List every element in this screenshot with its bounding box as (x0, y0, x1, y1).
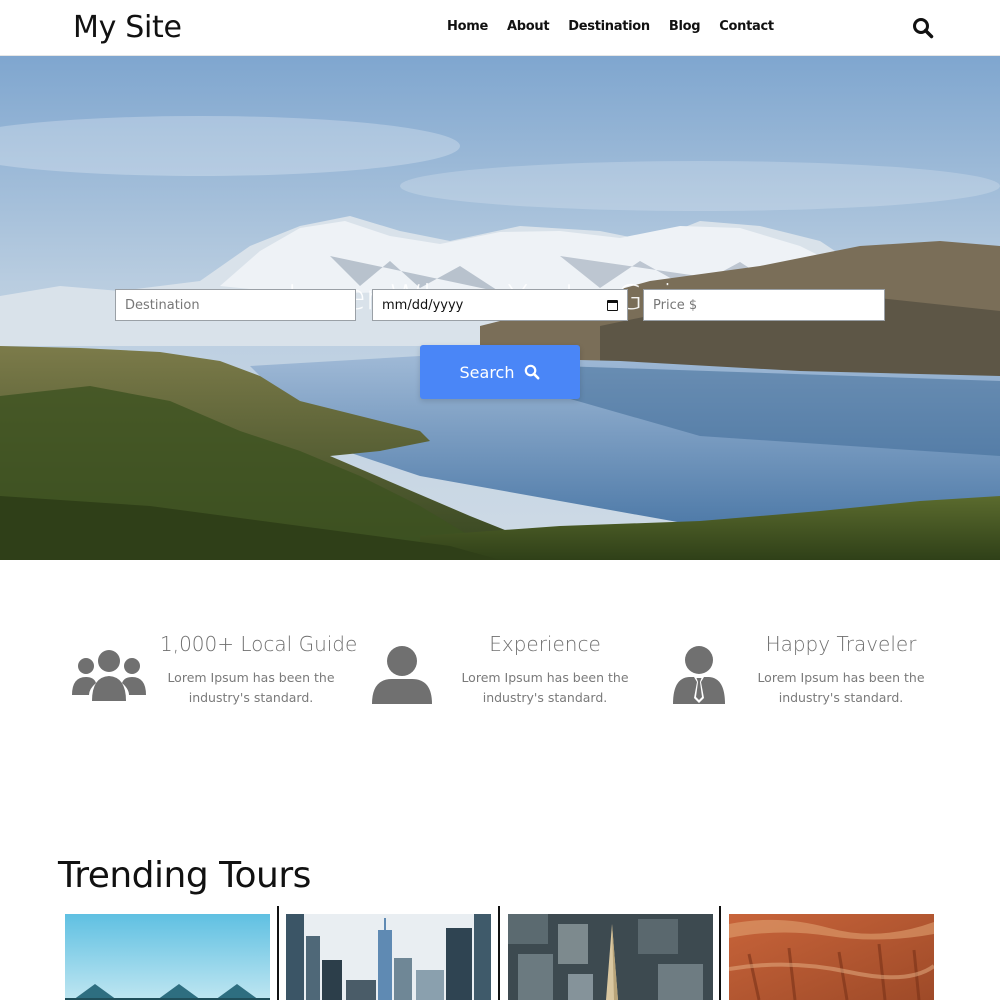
feature-description: Lorem Ipsum has been the industry's stan… (752, 668, 930, 708)
tour-image-aerial (508, 914, 713, 1000)
search-icon (525, 364, 540, 380)
feature-desc-line: Lorem Ipsum has been the (167, 670, 335, 685)
search-icon[interactable] (912, 17, 934, 39)
site-logo[interactable]: My Site (73, 10, 182, 45)
nav-home[interactable]: Home (447, 19, 488, 34)
feature-happy-traveler: Happy Traveler Lorem Ipsum has been the … (752, 632, 930, 708)
feature-description: Lorem Ipsum has been the industry's stan… (455, 668, 635, 708)
nav-contact[interactable]: Contact (719, 19, 774, 34)
nav-about[interactable]: About (507, 19, 550, 34)
users-icon (72, 650, 146, 701)
feature-desc-line: Lorem Ipsum has been the (461, 670, 629, 685)
tour-card-image-1[interactable] (65, 914, 270, 1000)
card-divider (277, 906, 279, 1000)
feature-title: Experience (489, 632, 601, 656)
tour-image-canyon (729, 914, 934, 1000)
tour-card-image-4[interactable] (729, 914, 934, 1000)
tour-card-image-2[interactable] (286, 914, 491, 1000)
site-header: My Site Home About Destination Blog Cont… (0, 0, 1000, 56)
tour-card-image-3[interactable] (508, 914, 713, 1000)
price-placeholder: Price $ (653, 297, 698, 313)
user-tie-icon (673, 646, 725, 704)
tour-image-rooftops (65, 914, 270, 1000)
feature-desc-line: industry's standard. (482, 690, 608, 705)
feature-title: Happy Traveler (765, 632, 917, 656)
main-nav: Home About Destination Blog Contact (447, 19, 793, 34)
search-button[interactable]: Search (420, 345, 580, 399)
feature-title: 1,000+ Local Guide (160, 632, 358, 656)
card-divider (719, 906, 721, 1000)
hero-section: Lover Where You're Going Destination mm/… (0, 56, 1000, 560)
user-icon (372, 646, 432, 704)
nav-blog[interactable]: Blog (669, 19, 701, 34)
feature-desc-line: Lorem Ipsum has been the (757, 670, 925, 685)
date-placeholder: mm/dd/yyyy (382, 297, 464, 313)
feature-desc-line: industry's standard. (778, 690, 904, 705)
calendar-icon[interactable] (607, 299, 618, 311)
destination-input[interactable]: Destination (115, 289, 356, 321)
tour-image-city (286, 914, 491, 1000)
card-divider (498, 906, 500, 1000)
nav-destination[interactable]: Destination (568, 19, 650, 34)
feature-desc-line: industry's standard. (188, 690, 314, 705)
search-button-label: Search (459, 362, 515, 382)
feature-experience: Experience Lorem Ipsum has been the indu… (455, 632, 635, 708)
date-input[interactable]: mm/dd/yyyy (372, 289, 628, 321)
destination-placeholder: Destination (125, 297, 200, 313)
feature-local-guide: 1,000+ Local Guide Lorem Ipsum has been … (160, 632, 358, 708)
trending-tours-heading: Trending Tours (58, 855, 311, 896)
feature-description: Lorem Ipsum has been the industry's stan… (160, 668, 342, 708)
price-input[interactable]: Price $ (643, 289, 885, 321)
